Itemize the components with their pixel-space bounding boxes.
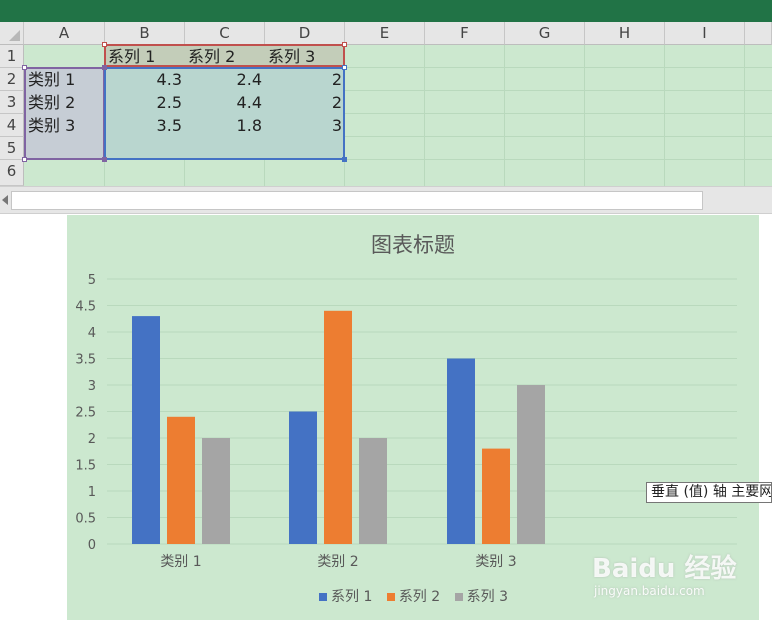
cell-d3[interactable]: 2 — [265, 91, 345, 114]
cell-b4[interactable]: 3.5 — [105, 114, 185, 137]
x-tick-label: 类别 2 — [317, 554, 358, 570]
horizontal-scrollbar[interactable] — [0, 186, 772, 214]
column-header-i[interactable]: I — [665, 22, 745, 45]
cell-d2[interactable]: 2 — [265, 68, 345, 91]
y-tick-label: 4 — [88, 326, 96, 341]
legend-label: 系列 3 — [466, 589, 508, 605]
legend-swatch — [454, 593, 463, 601]
cell-c3[interactable]: 4.4 — [185, 91, 265, 114]
y-tick-label: 2.5 — [75, 406, 96, 421]
column-header-b[interactable]: B — [105, 22, 185, 45]
range-handle[interactable] — [342, 157, 347, 162]
y-tick-label: 5 — [88, 273, 96, 288]
select-all-corner[interactable] — [0, 22, 24, 45]
y-tick-label: 2 — [88, 432, 96, 447]
cell-b3[interactable]: 2.5 — [105, 91, 185, 114]
bar — [289, 411, 317, 544]
column-header-g[interactable]: G — [505, 22, 585, 45]
legend-item[interactable]: 系列 3 — [454, 586, 508, 606]
legend-item[interactable]: 系列 2 — [386, 586, 441, 606]
column-header-f[interactable]: F — [425, 22, 505, 45]
bar — [447, 358, 475, 544]
y-tick-label: 1 — [88, 485, 96, 500]
column-header-h[interactable]: H — [585, 22, 665, 45]
cell-b2[interactable]: 4.3 — [105, 68, 185, 91]
cell-a2[interactable]: 类别 1 — [25, 68, 105, 91]
legend-swatch — [319, 593, 327, 601]
watermark-logo-text: Baidu 经验 — [592, 554, 737, 584]
cell-c4[interactable]: 1.8 — [185, 114, 265, 137]
bar — [132, 316, 160, 544]
gridline-tooltip: 垂直 (值) 轴 主要网格线 — [646, 482, 772, 503]
bar — [167, 416, 195, 544]
cell-a4[interactable]: 类别 3 — [25, 114, 105, 137]
bar — [324, 310, 352, 544]
legend-item[interactable]: 系列 1 — [319, 586, 372, 606]
range-handle[interactable] — [22, 157, 27, 162]
legend-label: 系列 2 — [398, 589, 441, 605]
range-handle[interactable] — [102, 157, 107, 162]
column-header-c[interactable]: C — [185, 22, 265, 45]
bar — [359, 438, 387, 544]
cell-b1[interactable]: 系列 1 — [105, 45, 185, 68]
x-tick-label: 类别 1 — [160, 554, 201, 570]
column-header-e[interactable]: E — [345, 22, 425, 45]
row-header-4[interactable]: 4 — [0, 114, 24, 137]
cell-d4[interactable]: 3 — [265, 114, 345, 137]
row-header-1[interactable]: 1 — [0, 45, 24, 68]
cell-d1[interactable]: 系列 3 — [265, 45, 345, 68]
row-header-2[interactable]: 2 — [0, 68, 24, 91]
column-header-a[interactable]: A — [24, 22, 105, 45]
column-header-blank — [745, 22, 772, 45]
y-tick-label: 3.5 — [75, 353, 96, 368]
bar — [202, 438, 230, 544]
y-tick-label: 0.5 — [75, 512, 96, 527]
row-header-3[interactable]: 3 — [0, 91, 24, 114]
y-tick-label: 1.5 — [75, 459, 96, 474]
column-header-d[interactable]: D — [265, 22, 345, 45]
bar — [482, 448, 510, 544]
row-header-6[interactable]: 6 — [0, 160, 24, 186]
cell-a3[interactable]: 类别 2 — [25, 91, 105, 114]
legend-label: 系列 1 — [331, 589, 373, 605]
y-tick-label: 0 — [88, 538, 96, 553]
scroll-left-icon[interactable] — [2, 195, 8, 205]
cell-c2[interactable]: 2.4 — [185, 68, 265, 91]
row-header-5[interactable]: 5 — [0, 137, 24, 160]
y-tick-label: 3 — [88, 379, 96, 394]
watermark-url: jingyan.baidu.com — [594, 584, 705, 598]
y-tick-label: 4.5 — [75, 300, 96, 315]
cell-c1[interactable]: 系列 2 — [185, 45, 265, 68]
ribbon-bar — [0, 0, 772, 22]
select-all-icon — [9, 30, 20, 41]
x-tick-label: 类别 3 — [475, 554, 516, 570]
spreadsheet-grid[interactable]: A B C D E F G H I 1 2 3 4 5 6 系列 1 系列 2 … — [0, 22, 772, 186]
chart-legend[interactable]: 系列 1 系列 2 系列 3 — [319, 586, 518, 606]
bar — [517, 385, 545, 544]
legend-swatch — [386, 593, 395, 601]
scrollbar-thumb[interactable] — [11, 191, 703, 210]
baidu-watermark: Baidu 经验 jingyan.baidu.com — [592, 540, 762, 600]
